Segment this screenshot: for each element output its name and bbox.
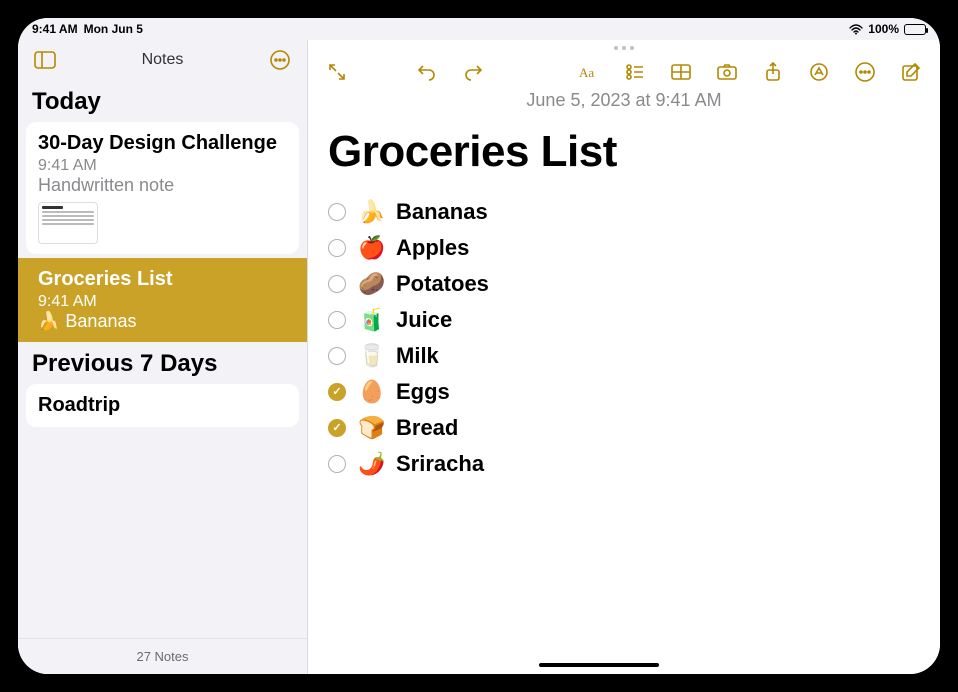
status-time: 9:41 AM	[32, 22, 78, 36]
camera-icon[interactable]	[712, 57, 742, 87]
markup-icon[interactable]	[804, 57, 834, 87]
note-list-item[interactable]: 30-Day Design Challenge 9:41 AMHandwritte…	[26, 122, 299, 254]
note-item-title: Groceries List	[38, 268, 287, 291]
status-date: Mon Jun 5	[84, 22, 143, 36]
sidebar-footer: 27 Notes	[18, 638, 307, 674]
section-header: Previous 7 Days	[18, 342, 307, 384]
item-label: Potatoes	[396, 271, 489, 297]
item-emoji: 🥔	[358, 271, 384, 297]
item-label: Juice	[396, 307, 452, 333]
checkbox-icon[interactable]	[328, 203, 346, 221]
checklist-item[interactable]: 🍎 Apples	[328, 235, 920, 261]
svg-text:Aa: Aa	[579, 65, 594, 80]
checklist[interactable]: 🍌 Bananas 🍎 Apples 🥔 Potatoes 🧃 Juice 🥛 Milk 🥚 Eggs…	[328, 199, 920, 477]
checklist-item[interactable]: 🥛 Milk	[328, 343, 920, 369]
note-thumbnail	[38, 202, 98, 244]
note-list-item[interactable]: Groceries List 9:41 AM🍌 Bananas	[18, 258, 307, 342]
checkbox-icon[interactable]	[328, 455, 346, 473]
note-date: June 5, 2023 at 9:41 AM	[308, 90, 940, 111]
checkbox-icon[interactable]	[328, 275, 346, 293]
section-header: Today	[18, 80, 307, 122]
item-emoji: 🥚	[358, 379, 384, 405]
checkbox-icon[interactable]	[328, 419, 346, 437]
undo-icon[interactable]	[412, 57, 442, 87]
checklist-item[interactable]: 🧃 Juice	[328, 307, 920, 333]
note-title[interactable]: Groceries List	[328, 127, 920, 177]
checklist-item[interactable]: 🌶️ Sriracha	[328, 451, 920, 477]
checklist-item[interactable]: 🥚 Eggs	[328, 379, 920, 405]
checkbox-icon[interactable]	[328, 383, 346, 401]
checklist-item[interactable]: 🥔 Potatoes	[328, 271, 920, 297]
item-emoji: 🍎	[358, 235, 384, 261]
item-label: Milk	[396, 343, 439, 369]
battery-percent: 100%	[868, 22, 899, 36]
note-item-title: 30-Day Design Challenge	[38, 132, 287, 155]
home-indicator[interactable]	[539, 663, 659, 667]
checkbox-icon[interactable]	[328, 311, 346, 329]
more-options-icon[interactable]	[265, 45, 295, 75]
share-icon[interactable]	[758, 57, 788, 87]
item-emoji: 🧃	[358, 307, 384, 333]
checklist-item[interactable]: 🍞 Bread	[328, 415, 920, 441]
text-format-icon[interactable]: Aa	[574, 57, 604, 87]
item-label: Bread	[396, 415, 458, 441]
note-item-subtitle: Handwritten note	[38, 175, 287, 196]
item-emoji: 🥛	[358, 343, 384, 369]
sidebar-toggle-icon[interactable]	[30, 45, 60, 75]
note-body[interactable]: Groceries List 🍌 Bananas 🍎 Apples 🥔 Potatoes 🧃…	[308, 111, 940, 674]
ellipsis-icon[interactable]	[850, 57, 880, 87]
status-bar: 9:41 AM Mon Jun 5 100%	[18, 18, 940, 40]
note-editor: Aa	[308, 40, 940, 674]
note-item-subtitle: 🍌 Bananas	[38, 311, 287, 332]
redo-icon[interactable]	[458, 57, 488, 87]
note-item-time: 9:41 AM	[38, 157, 287, 175]
wifi-icon	[849, 24, 863, 35]
multitasking-grabber-icon[interactable]	[308, 40, 940, 56]
notes-sidebar: Notes Today 30-Day Design Challenge 9:41 A…	[18, 40, 308, 674]
item-emoji: 🍌	[358, 199, 384, 225]
battery-icon	[904, 24, 926, 35]
table-icon[interactable]	[666, 57, 696, 87]
item-label: Eggs	[396, 379, 450, 405]
note-item-title: Roadtrip	[38, 394, 287, 417]
checklist-icon[interactable]	[620, 57, 650, 87]
note-list-item[interactable]: Roadtrip	[26, 384, 299, 427]
compose-icon[interactable]	[896, 57, 926, 87]
item-label: Apples	[396, 235, 469, 261]
note-item-time: 9:41 AM	[38, 293, 287, 311]
checkbox-icon[interactable]	[328, 347, 346, 365]
sidebar-title: Notes	[60, 51, 265, 69]
checkbox-icon[interactable]	[328, 239, 346, 257]
item-label: Sriracha	[396, 451, 484, 477]
item-emoji: 🌶️	[358, 451, 384, 477]
item-emoji: 🍞	[358, 415, 384, 441]
item-label: Bananas	[396, 199, 488, 225]
sidebar-list[interactable]: Today30-Day Design Challenge9:41 AMHandw…	[18, 80, 307, 431]
expand-icon[interactable]	[322, 57, 352, 87]
checklist-item[interactable]: 🍌 Bananas	[328, 199, 920, 225]
note-toolbar: Aa	[308, 56, 940, 92]
